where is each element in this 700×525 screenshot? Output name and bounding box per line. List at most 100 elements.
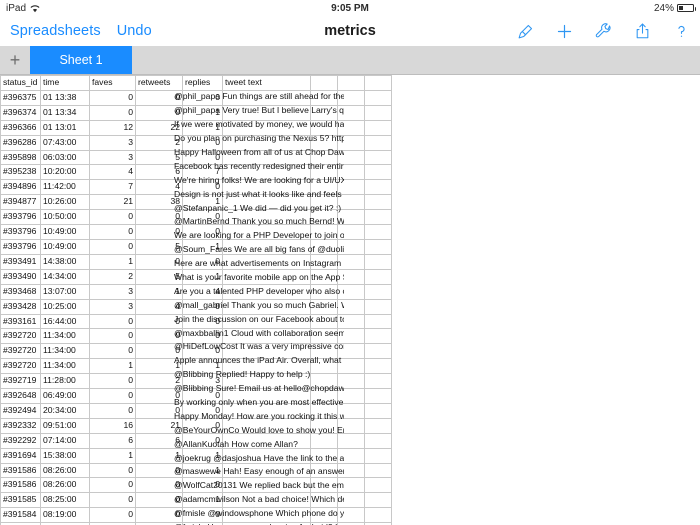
cell-tweet-text[interactable] bbox=[222, 164, 311, 181]
cell-status-id[interactable]: #392292 bbox=[0, 432, 41, 449]
cell-empty[interactable] bbox=[337, 402, 365, 419]
cell-faves[interactable]: 21 bbox=[89, 194, 136, 211]
cell-time[interactable]: 16:44:00 bbox=[40, 313, 90, 330]
cell-retweets[interactable]: 5 bbox=[135, 149, 183, 166]
cell-faves[interactable]: 3 bbox=[89, 298, 136, 315]
cell-empty[interactable] bbox=[364, 179, 392, 196]
cell-status-id[interactable]: #396286 bbox=[0, 134, 41, 151]
cell-empty[interactable] bbox=[364, 343, 392, 360]
cell-faves[interactable]: 3 bbox=[89, 134, 136, 151]
cell-empty[interactable] bbox=[337, 119, 365, 136]
cell-time[interactable]: 10:50:00 bbox=[40, 209, 90, 226]
cell-empty[interactable] bbox=[364, 224, 392, 240]
cell-status-id[interactable]: #392720 bbox=[0, 343, 41, 360]
table-row[interactable]: #392494 20:34:00 0 0 0 bbox=[0, 402, 392, 419]
cell-empty[interactable] bbox=[337, 253, 365, 270]
cell-time[interactable]: 11:34:00 bbox=[40, 343, 90, 360]
cell-tweet-text[interactable] bbox=[222, 358, 311, 375]
cell-status-id[interactable]: #392720 bbox=[0, 358, 41, 375]
cell-retweets[interactable]: 0 bbox=[135, 388, 183, 404]
cell-tweet-text[interactable] bbox=[222, 268, 311, 285]
cell-empty[interactable] bbox=[337, 209, 365, 226]
table-row[interactable]: #393468 13:07:00 3 1 4 bbox=[0, 283, 392, 300]
cell-retweets[interactable]: 0 bbox=[135, 492, 183, 509]
cell-status-id[interactable]: #391694 bbox=[0, 447, 41, 464]
cell-time[interactable]: 15:38:00 bbox=[40, 447, 90, 464]
cell-empty[interactable] bbox=[310, 388, 338, 404]
cell-faves[interactable]: 0 bbox=[89, 507, 136, 524]
cell-empty[interactable] bbox=[364, 298, 392, 315]
cell-empty[interactable] bbox=[364, 328, 392, 345]
cell-faves[interactable]: 1 bbox=[89, 253, 136, 270]
cell-empty[interactable] bbox=[364, 447, 392, 464]
cell-tweet-text[interactable] bbox=[222, 134, 311, 151]
cell-time[interactable]: 10:49:00 bbox=[40, 238, 90, 255]
cell-empty[interactable] bbox=[310, 492, 338, 509]
cell-empty[interactable] bbox=[364, 104, 392, 121]
spreadsheet-grid[interactable]: status_id time faves retweets replies tw… bbox=[0, 75, 392, 525]
cell-replies[interactable]: 1 bbox=[182, 268, 223, 285]
cell-retweets[interactable]: 0 bbox=[135, 253, 183, 270]
cell-time[interactable]: 08:26:00 bbox=[40, 477, 90, 494]
column-header-retweets[interactable]: retweets bbox=[135, 75, 183, 91]
cell-time[interactable]: 11:28:00 bbox=[40, 373, 90, 390]
cell-empty[interactable] bbox=[310, 343, 338, 360]
cell-tweet-text[interactable] bbox=[222, 104, 311, 121]
cell-retweets[interactable]: 21 bbox=[135, 417, 183, 434]
cell-empty[interactable] bbox=[310, 149, 338, 166]
cell-tweet-text[interactable] bbox=[222, 209, 311, 226]
cell-empty[interactable] bbox=[310, 432, 338, 449]
cell-tweet-text[interactable] bbox=[222, 328, 311, 345]
cell-retweets[interactable]: 2 bbox=[135, 373, 183, 390]
cell-time[interactable]: 01 13:34 bbox=[40, 104, 90, 121]
cell-empty[interactable] bbox=[364, 388, 392, 404]
table-row[interactable]: #392332 09:51:00 16 21 0 bbox=[0, 417, 392, 434]
cell-faves[interactable]: 7 bbox=[89, 179, 136, 196]
cell-empty[interactable] bbox=[337, 373, 365, 390]
cell-empty[interactable] bbox=[337, 134, 365, 151]
cell-faves[interactable]: 1 bbox=[89, 447, 136, 464]
cell-retweets[interactable]: 22 bbox=[135, 119, 183, 136]
cell-replies[interactable]: 0 bbox=[182, 313, 223, 330]
cell-retweets[interactable]: 0 bbox=[135, 313, 183, 330]
cell-tweet-text[interactable] bbox=[222, 149, 311, 166]
cell-empty[interactable] bbox=[337, 432, 365, 449]
cell-status-id[interactable]: #396374 bbox=[0, 104, 41, 121]
cell-faves[interactable]: 2 bbox=[89, 268, 136, 285]
cell-time[interactable]: 11:34:00 bbox=[40, 358, 90, 375]
cell-retweets[interactable]: 2 bbox=[135, 134, 183, 151]
cell-empty[interactable] bbox=[364, 373, 392, 390]
table-row[interactable]: #393796 10:50:00 0 0 0 bbox=[0, 209, 392, 226]
cell-empty[interactable] bbox=[337, 224, 365, 240]
cell-faves[interactable]: 0 bbox=[89, 89, 136, 106]
cell-retweets[interactable]: 0 bbox=[135, 209, 183, 226]
table-row[interactable]: #391585 08:25:00 0 0 1 bbox=[0, 492, 392, 509]
table-row[interactable]: #391584 08:19:00 0 0 0 bbox=[0, 507, 392, 524]
cell-empty[interactable] bbox=[310, 358, 338, 375]
cell-time[interactable]: 07:14:00 bbox=[40, 432, 90, 449]
column-header-empty-3[interactable] bbox=[364, 75, 392, 91]
cell-replies[interactable]: 1 bbox=[182, 358, 223, 375]
cell-status-id[interactable]: #396366 bbox=[0, 119, 41, 136]
cell-tweet-text[interactable] bbox=[222, 343, 311, 360]
cell-tweet-text[interactable] bbox=[222, 253, 311, 270]
cell-status-id[interactable]: #391586 bbox=[0, 477, 41, 494]
cell-tweet-text[interactable] bbox=[222, 194, 311, 211]
cell-empty[interactable] bbox=[310, 313, 338, 330]
cell-empty[interactable] bbox=[364, 477, 392, 494]
cell-empty[interactable] bbox=[310, 268, 338, 285]
cell-replies[interactable]: 0 bbox=[182, 298, 223, 315]
cell-replies[interactable]: 1 bbox=[182, 104, 223, 121]
cell-replies[interactable]: 0 bbox=[182, 417, 223, 434]
cell-empty[interactable] bbox=[310, 164, 338, 181]
cell-empty[interactable] bbox=[337, 194, 365, 211]
cell-status-id[interactable]: #393161 bbox=[0, 313, 41, 330]
back-to-spreadsheets-button[interactable]: Spreadsheets bbox=[10, 23, 101, 39]
cell-replies[interactable]: 0 bbox=[182, 149, 223, 166]
cell-replies[interactable]: 0 bbox=[182, 209, 223, 226]
cell-faves[interactable]: 6 bbox=[89, 432, 136, 449]
format-paintbrush-icon[interactable] bbox=[516, 21, 534, 41]
cell-empty[interactable] bbox=[364, 417, 392, 434]
cell-retweets[interactable]: 0 bbox=[135, 328, 183, 345]
table-row[interactable]: #391586 08:26:00 0 0 1 bbox=[0, 462, 392, 479]
